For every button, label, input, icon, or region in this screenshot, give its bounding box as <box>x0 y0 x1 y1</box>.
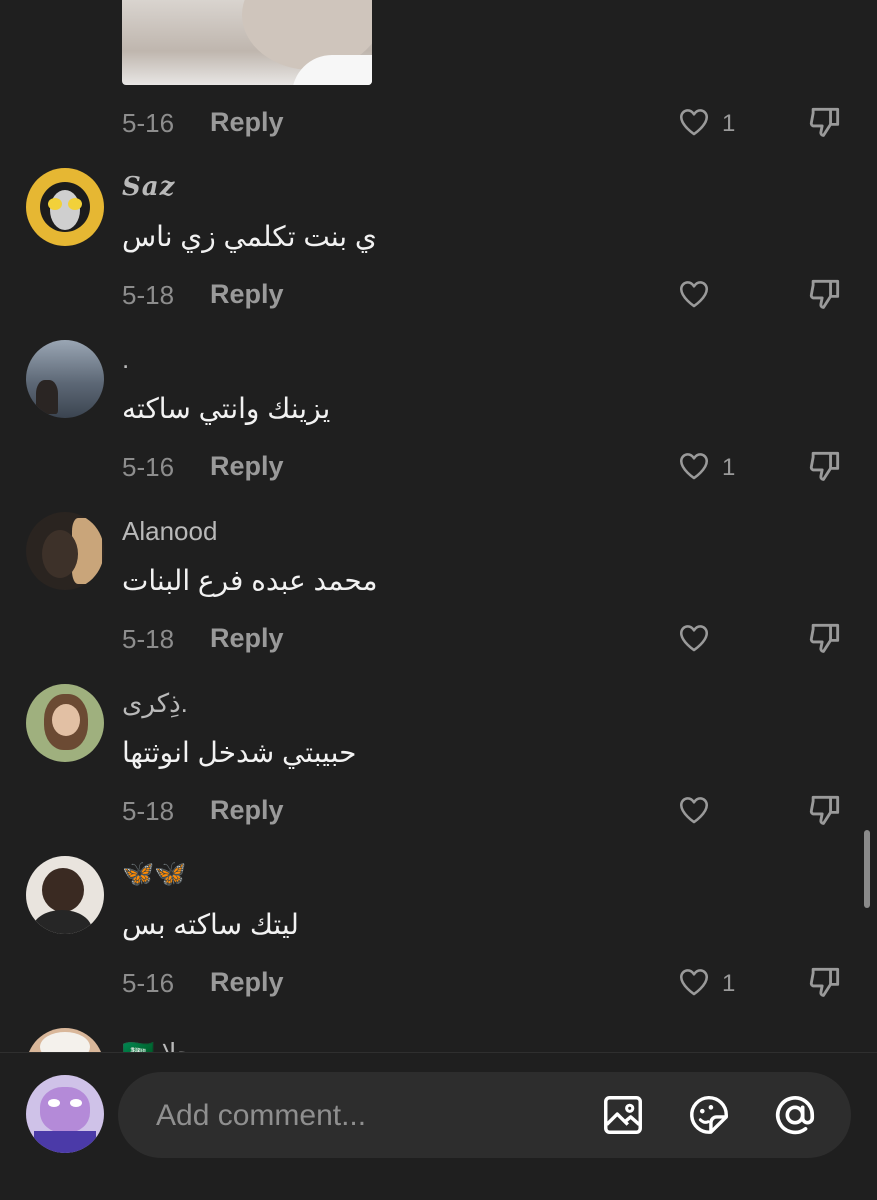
comment-composer <box>0 1053 877 1200</box>
comment-username[interactable]: Saz <box>122 172 175 202</box>
heart-icon[interactable] <box>675 449 713 483</box>
comment-item: Saz ي بنت تكلمي زي ناس 5-18 Reply <box>0 168 877 340</box>
comment-text: يزينك وانتي ساكته <box>122 393 331 424</box>
heart-icon[interactable] <box>675 105 713 139</box>
avatar[interactable] <box>26 168 104 246</box>
comment-text: ي بنت تكلمي زي ناس <box>122 221 377 252</box>
avatar[interactable] <box>26 340 104 418</box>
comment-list[interactable]: 5-16 Reply 1 Saz ي بنت تكلمي زي ناس 5-18… <box>0 0 877 1052</box>
avatar[interactable] <box>26 856 104 934</box>
scrollbar[interactable] <box>864 830 870 908</box>
avatar[interactable] <box>26 512 104 590</box>
comment-item: 🦋🦋 ليتك ساكته بس 5-16 Reply 1 <box>0 856 877 1028</box>
thumbs-down-icon[interactable] <box>806 447 844 485</box>
comment-text: ليتك ساكته بس <box>122 909 299 940</box>
comment-item: 🇸🇦 حلا <box>0 1028 877 1052</box>
comment-input-box[interactable] <box>118 1072 851 1158</box>
comment-item: Alanood محمد عبده فرع البنات 5-18 Reply <box>0 512 877 684</box>
image-icon[interactable] <box>600 1092 646 1138</box>
reply-button[interactable]: Reply <box>210 451 284 482</box>
reply-button[interactable]: Reply <box>210 623 284 654</box>
like-count: 1 <box>722 970 736 997</box>
like-count: 1 <box>722 454 736 481</box>
thumbs-down-icon[interactable] <box>806 275 844 313</box>
thumbs-down-icon[interactable] <box>806 619 844 657</box>
thumbs-down-icon[interactable] <box>806 963 844 1001</box>
comment-username[interactable]: . <box>122 344 129 375</box>
comment-username[interactable]: 🦋🦋 <box>122 858 187 889</box>
comment-username[interactable]: 🇸🇦 حلا <box>122 1038 193 1052</box>
avatar[interactable] <box>26 1028 104 1052</box>
reply-button[interactable]: Reply <box>210 967 284 998</box>
thumbs-down-icon[interactable] <box>806 791 844 829</box>
comment-date: 5-16 <box>122 108 175 138</box>
comment-item: . يزينك وانتي ساكته 5-16 Reply 1 <box>0 340 877 512</box>
comment-date: 5-16 <box>122 968 175 998</box>
comment-date: 5-18 <box>122 796 175 826</box>
my-avatar[interactable] <box>26 1075 104 1153</box>
heart-icon[interactable] <box>675 621 713 655</box>
reply-button[interactable]: Reply <box>210 107 284 138</box>
comment-input[interactable] <box>154 1092 578 1140</box>
like-count: 1 <box>722 110 736 137</box>
heart-icon[interactable] <box>675 965 713 999</box>
emoji-icon[interactable] <box>686 1092 732 1138</box>
comment-date: 5-16 <box>122 452 175 482</box>
comment-username[interactable]: ذِكرى. <box>122 688 188 719</box>
comment-date: 5-18 <box>122 280 175 310</box>
comment-username[interactable]: Alanood <box>122 516 217 547</box>
comment-text: محمد عبده فرع البنات <box>122 565 378 596</box>
comment-text: حبيبتي شدخل انوثتها <box>122 737 357 768</box>
comment-item: ذِكرى. حبيبتي شدخل انوثتها 5-18 Reply <box>0 684 877 856</box>
reply-button[interactable]: Reply <box>210 795 284 826</box>
comment-image[interactable] <box>122 0 372 85</box>
heart-icon[interactable] <box>675 277 713 311</box>
reply-button[interactable]: Reply <box>210 279 284 310</box>
avatar[interactable] <box>26 684 104 762</box>
heart-icon[interactable] <box>675 793 713 827</box>
comment-date: 5-18 <box>122 624 175 654</box>
mention-icon[interactable] <box>772 1092 818 1138</box>
thumbs-down-icon[interactable] <box>806 103 844 141</box>
